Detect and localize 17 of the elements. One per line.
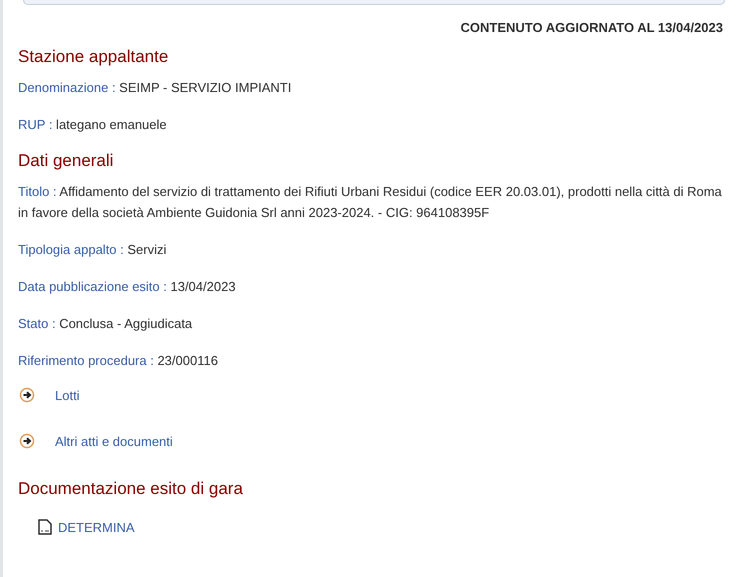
field-text: Stato : Conclusa - Aggiudicata [18, 315, 194, 333]
field-text: RUP : lategano emanuele [18, 116, 168, 134]
section-link[interactable]: Altri atti e documenti [55, 434, 173, 448]
field-text: Riferimento procedura : 23/000116 [18, 352, 219, 370]
field-text: Data pubblicazione esito : 13/04/2023 [18, 278, 237, 296]
arrow-circle-icon [19, 433, 35, 449]
section-heading: Documentazione esito di gara [18, 479, 244, 499]
field-text: Tipologia appalto : Servizi [18, 241, 168, 259]
document-link[interactable]: DETERMINA [58, 520, 135, 535]
field-text: Titolo : Affidamento del servizio di trattamento dei Rifiuti Urbani Residui (codice EER 20.03.01), prodotti nella città di Roma in favore della società Ambiente Guidonia Srl anni 2023-2024. - CIG: 964108395F [18, 183, 723, 222]
field-text: Denominazione : SEIMP - SERVIZIO IMPIANTI [18, 79, 292, 97]
pdf-file-icon [38, 519, 52, 535]
section-heading: Dati generali [18, 151, 114, 171]
arrow-circle-icon [19, 387, 35, 403]
section-heading: Stazione appaltante [18, 47, 170, 67]
update-date: CONTENUTO AGGIORNATO AL 13/04/2023 [460, 20, 723, 35]
section-link[interactable]: Lotti [55, 388, 80, 402]
